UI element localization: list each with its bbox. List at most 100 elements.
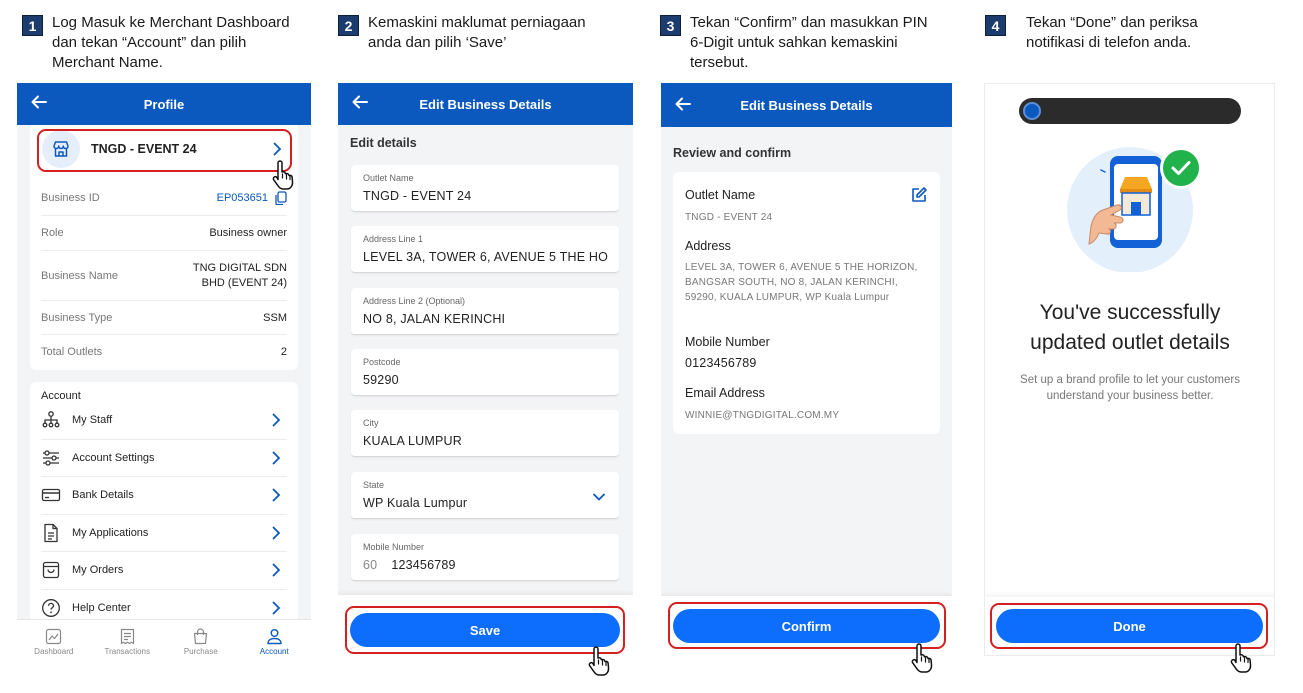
step-number: 1	[22, 15, 43, 36]
tab-transactions[interactable]: Transactions	[91, 620, 165, 663]
back-arrow-icon[interactable]	[29, 92, 49, 112]
step-instruction: Tekan “Done” dan periksa notifikasi di t…	[1026, 14, 1198, 51]
info-label: Business Name	[41, 269, 119, 282]
menu-item-my-orders[interactable]: My Orders	[41, 552, 287, 590]
success-screen: You've successfully updated outlet detai…	[984, 83, 1275, 656]
account-menu-card: Account My Staff Account Settings Bank D…	[30, 382, 298, 627]
chart-icon	[46, 628, 62, 644]
tab-purchase[interactable]: Purchase	[164, 620, 238, 663]
info-label: Role	[41, 227, 64, 239]
menu-item-label: Account Settings	[72, 451, 155, 464]
help-icon	[42, 599, 60, 618]
field-value: KUALA LUMPUR	[363, 434, 462, 448]
back-arrow-icon[interactable]	[350, 92, 370, 112]
chevron-right-icon	[272, 526, 281, 540]
edit-pencil-icon[interactable]	[910, 186, 928, 204]
page-title: Edit Business Details	[419, 96, 552, 112]
address-label: Address	[685, 239, 731, 253]
field-label: City	[363, 418, 379, 428]
highlight-save	[345, 606, 625, 654]
field-value: TNGD - EVENT 24	[363, 189, 472, 203]
success-subtext: Set up a brand profile to let your custo…	[1020, 374, 1240, 402]
account-heading: Account	[41, 390, 81, 402]
step-2-header: 2 Kemaskini maklumat perniagaan anda dan…	[338, 13, 628, 53]
step-1-header: 1 Log Masuk ke Merchant Dashboard dan te…	[22, 13, 302, 73]
chevron-right-icon	[272, 563, 281, 577]
section-title: Review and confirm	[673, 146, 792, 160]
field-label: Outlet Name	[363, 173, 414, 183]
postcode-field[interactable]: Postcode 59290	[351, 349, 619, 396]
country-code: 60	[363, 558, 378, 572]
step-3-header: 3 Tekan “Confirm” dan masukkan PIN 6-Dig…	[660, 13, 950, 73]
document-icon	[44, 523, 58, 542]
success-heading: You've successfully updated outlet detai…	[1030, 301, 1230, 354]
settings-sliders-icon	[43, 450, 59, 466]
step-number: 3	[660, 15, 681, 36]
info-label: Business Type	[41, 311, 113, 324]
tab-dashboard[interactable]: Dashboard	[17, 620, 91, 663]
tab-label: Dashboard	[34, 646, 74, 656]
menu-item-label: Help Center	[72, 602, 131, 615]
info-row: Total Outlets 2	[41, 335, 287, 369]
copy-icon[interactable]	[274, 191, 287, 205]
review-card: Outlet Name TNGD - EVENT 24 Address LEVE…	[673, 172, 940, 434]
business-id-text: EP053651	[216, 192, 268, 204]
check-icon	[1160, 147, 1202, 189]
info-value: SSM	[263, 311, 287, 324]
menu-item-label: My Applications	[72, 526, 149, 539]
edit-details-screen: Edit Business Details Edit details Outle…	[338, 83, 633, 661]
field-value: 59290	[363, 373, 399, 387]
info-row: Business ID EP053651	[41, 181, 287, 216]
profile-appbar: Profile	[17, 83, 311, 125]
info-row: Business Type SSM	[41, 301, 287, 335]
menu-item-bank-details[interactable]: Bank Details	[41, 477, 287, 515]
step-4-header: 4 Tekan “Done” dan periksa notifikasi di…	[985, 13, 1275, 53]
success-illustration	[1065, 144, 1202, 273]
step-instruction: Tekan “Confirm” dan masukkan PIN 6-Digit…	[690, 14, 928, 71]
step-number: 2	[338, 15, 359, 36]
bag-icon	[42, 562, 60, 579]
app-logo-icon	[1023, 102, 1041, 120]
mobile-value: 0123456789	[685, 356, 757, 370]
tab-account[interactable]: Account	[238, 620, 312, 663]
step-instruction: Kemaskini maklumat perniagaan anda dan p…	[368, 14, 586, 51]
tap-hand-icon	[588, 646, 610, 676]
user-icon	[267, 628, 282, 644]
address-line-1-field[interactable]: Address Line 1 LEVEL 3A, TOWER 6, AVENUE…	[351, 226, 619, 273]
chevron-down-icon	[593, 493, 605, 501]
outlet-name-label: Outlet Name	[685, 188, 756, 202]
chevron-right-icon	[272, 413, 281, 427]
menu-item-account-settings[interactable]: Account Settings	[41, 440, 287, 477]
tab-label: Transactions	[104, 646, 151, 656]
outlet-name-field[interactable]: Outlet Name TNGD - EVENT 24	[351, 165, 619, 212]
menu-item-my-applications[interactable]: My Applications	[41, 515, 287, 552]
field-value: LEVEL 3A, TOWER 6, AVENUE 5 THE HO	[363, 250, 609, 264]
section-title: Edit details	[350, 136, 417, 150]
field-value: WP Kuala Lumpur	[363, 496, 468, 510]
address-value: LEVEL 3A, TOWER 6, AVENUE 5 THE HORIZON,…	[685, 262, 918, 303]
field-value: NO 8, JALAN KERINCHI	[363, 312, 506, 326]
city-field[interactable]: City KUALA LUMPUR	[351, 410, 619, 457]
state-select[interactable]: State WP Kuala Lumpur	[351, 472, 619, 519]
bottom-tab-bar: Dashboard Transactions Purchase Account	[17, 619, 311, 663]
step-number: 4	[985, 15, 1006, 36]
chevron-right-icon	[272, 488, 281, 502]
info-value: Business owner	[209, 227, 287, 239]
business-id-value[interactable]: EP053651	[217, 191, 287, 205]
business-info-list: Business ID EP053651 Role Business owner…	[41, 181, 287, 369]
menu-item-label: My Staff	[72, 414, 113, 427]
purchase-bag-icon	[194, 627, 208, 644]
address-line-2-field[interactable]: Address Line 2 (Optional) NO 8, JALAN KE…	[351, 288, 619, 335]
tap-hand-icon	[272, 160, 294, 190]
info-row: Business Name TNG DIGITAL SDN BHD (EVENT…	[41, 251, 287, 301]
mobile-number-field[interactable]: Mobile Number 60 123456789	[351, 534, 619, 581]
outlet-name-value: TNGD - EVENT 24	[685, 212, 773, 223]
mobile-label: Mobile Number	[685, 335, 770, 349]
tap-hand-icon	[1230, 643, 1252, 673]
field-label: Address Line 1	[363, 234, 424, 244]
back-arrow-icon[interactable]	[673, 94, 693, 114]
info-label: Business ID	[41, 192, 100, 204]
menu-item-my-staff[interactable]: My Staff	[41, 402, 287, 440]
card-icon	[41, 489, 61, 502]
email-label: Email Address	[685, 386, 765, 400]
